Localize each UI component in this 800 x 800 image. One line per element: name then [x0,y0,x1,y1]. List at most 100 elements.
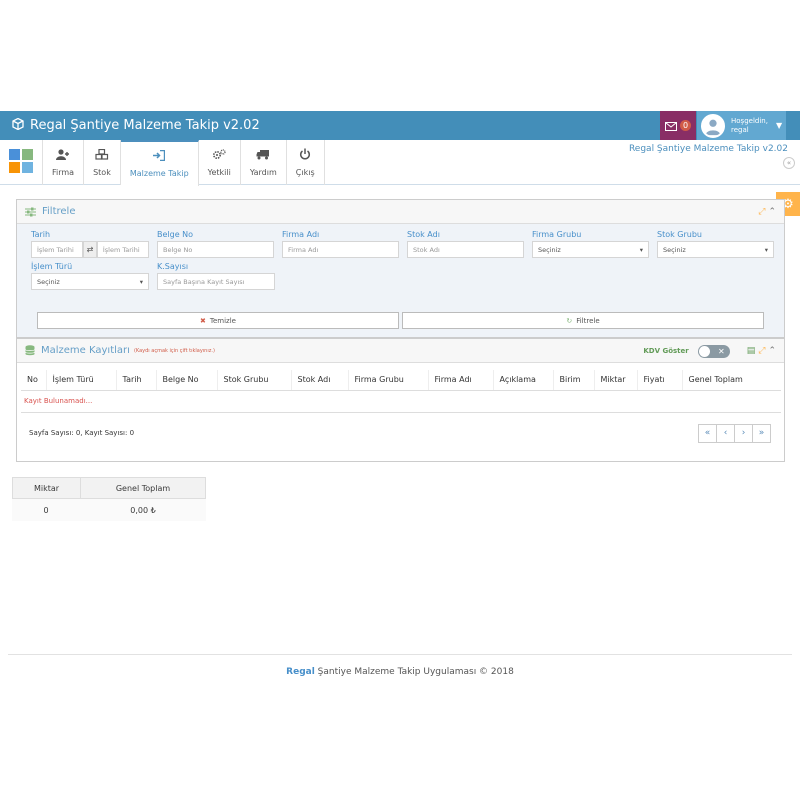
tab-label: Yetkili [207,167,231,177]
last-page-button[interactable]: » [752,423,771,443]
stok-grubu-select[interactable]: Seçiniz ▾ [657,241,774,258]
filter-widget: Filtrele ⤢ ⌃ Tarih İşlem Tarihi ⇄ İşlem … [16,199,785,338]
sliders-icon [25,202,36,221]
footer: Regal Şantiye Malzeme Takip Uygulaması ©… [0,667,800,677]
firma-grubu-field: Firma Grubu Seçiniz ▾ [532,230,649,258]
stok-adi-label: Stok Adı [407,230,440,239]
navbar: Regal Şantiye Malzeme Takip v2.02 0 Hoşg… [0,111,800,140]
table-header-row: No İşlem Türü Tarih Belge No Stok Grubu … [21,370,781,391]
user-text: Hoşgeldin, regal [731,117,768,135]
tab-yardim[interactable]: Yardım [241,140,287,185]
kdv-toggle[interactable] [697,344,730,358]
footer-brand: Regal [286,667,315,677]
table-row: Kayıt Bulunamadı... [21,390,781,413]
clear-label: Temizle [209,316,236,325]
col-stok-grubu[interactable]: Stok Grubu [217,370,292,391]
messages-button[interactable]: 0 [660,111,696,140]
firma-adi-label: Firma Adı [282,230,320,239]
islem-turu-label: İşlem Türü [31,262,73,271]
filter-buttons: ✖ Temizle ↻ Filtrele [31,312,774,329]
sign-in-icon [153,149,166,164]
col-genel-toplam[interactable]: Genel Toplam [682,370,781,391]
caret-down-icon: ▾ [639,245,643,254]
expand-icon[interactable]: ⤢ [758,346,765,356]
records-title: Malzeme Kayıtları [41,345,130,356]
stok-adi-input[interactable]: Stok Adı [407,241,524,258]
firma-grubu-label: Firma Grubu [532,230,582,239]
filter-header: Filtrele ⤢ ⌃ [17,200,784,224]
chevron-up-icon[interactable]: ⌃ [768,346,776,356]
truck-icon [256,149,270,163]
stok-adi-field: Stok Adı Stok Adı [407,230,524,258]
records-tools: KDV Göster ▤ ⤢ ⌃ [643,339,776,363]
kdv-label: KDV Göster [643,347,689,355]
cubes-icon [95,148,109,163]
records-subtitle: (Kaydı açmak için çift tıklayınız.) [133,347,215,354]
footer-text: Şantiye Malzeme Takip Uygulaması © 2018 [317,667,514,677]
genel-toplam-value: 0,00 ₺ [130,505,156,515]
col-islem-turu[interactable]: İşlem Türü [46,370,117,391]
filter-row-2: İşlem Türü Seçiniz ▾ K.Sayısı Sayfa Başı… [31,262,774,290]
next-page-button[interactable]: › [734,423,753,443]
tab-malzeme-takip[interactable]: Malzeme Takip [120,140,199,186]
col-aciklama[interactable]: Açıklama [493,370,554,391]
filter-row-1: Tarih İşlem Tarihi ⇄ İşlem Tarihi Belge … [31,230,774,258]
select-value: Seçiniz [663,245,686,254]
filter-title: Filtrele [42,206,76,217]
power-icon [299,148,311,163]
caret-down-icon: ▼ [775,121,783,130]
miktar-value: 0 [43,505,49,515]
date-range: İşlem Tarihi ⇄ İşlem Tarihi [31,241,149,258]
tab-cikis[interactable]: Çıkış [287,140,325,185]
islem-turu-field: İşlem Türü Seçiniz ▾ [31,262,149,290]
tarih-end-input[interactable]: İşlem Tarihi [96,241,149,258]
col-stok-adi[interactable]: Stok Adı [291,370,349,391]
double-angle-left-icon[interactable]: « [783,157,795,169]
belge-input[interactable]: Belge No [157,241,274,258]
chevron-up-icon[interactable]: ⌃ [768,207,776,217]
firma-adi-input[interactable]: Firma Adı [282,241,399,258]
gears-icon [212,148,226,163]
times-icon: ✖ [200,316,206,325]
col-fiyati[interactable]: Fiyatı [637,370,683,391]
toolbar-title: Regal Şantiye Malzeme Takip v2.02 [628,144,788,154]
islem-turu-select[interactable]: Seçiniz ▾ [31,273,149,290]
firma-adi-field: Firma Adı Firma Adı [282,230,399,258]
first-page-button[interactable]: « [698,423,717,443]
tab-label: Malzeme Takip [129,169,189,178]
user-menu[interactable]: Hoşgeldin, regal ▼ [697,111,786,140]
col-firma-adi[interactable]: Firma Adı [428,370,494,391]
tab-yetkili[interactable]: Yetkili [199,140,241,185]
ksayisi-input[interactable]: Sayfa Başına Kayıt Sayısı [157,273,275,290]
select-value: Seçiniz [37,277,60,286]
records-table: No İşlem Türü Tarih Belge No Stok Grubu … [21,370,781,413]
col-belge-no[interactable]: Belge No [156,370,218,391]
brand[interactable]: Regal Şantiye Malzeme Takip v2.02 [12,111,260,140]
select-value: Seçiniz [538,245,561,254]
filter-button[interactable]: ↻ Filtrele [402,312,764,329]
tab-firma[interactable]: Firma [42,140,85,185]
col-no[interactable]: No [21,370,47,391]
pagination-row: Sayfa Sayısı: 0, Kayıt Sayısı: 0 « ‹ › » [21,413,780,461]
clear-button[interactable]: ✖ Temizle [37,312,399,329]
ksayisi-label: K.Sayısı [157,262,189,271]
tarih-label: Tarih [31,230,51,239]
col-tarih[interactable]: Tarih [116,370,157,391]
message-count-badge: 0 [679,120,692,131]
apps-grid-icon[interactable] [9,149,33,173]
expand-icon[interactable]: ⤢ [758,207,765,217]
excel-icon[interactable]: ▤ [747,346,756,356]
col-birim[interactable]: Birim [553,370,595,391]
tab-stok[interactable]: Stok [84,140,121,185]
cube-icon [12,117,24,134]
tab-label: Çıkış [295,168,315,177]
col-miktar[interactable]: Miktar [594,370,638,391]
prev-page-button[interactable]: ‹ [716,423,735,443]
avatar [701,113,725,138]
database-icon [25,341,35,360]
firma-grubu-select[interactable]: Seçiniz ▾ [532,241,649,258]
tab-label: Firma [52,167,75,177]
ksayisi-field: K.Sayısı Sayfa Başına Kayıt Sayısı [157,262,275,290]
tarih-start-input[interactable]: İşlem Tarihi [31,241,84,258]
col-firma-grubu[interactable]: Firma Grubu [348,370,429,391]
